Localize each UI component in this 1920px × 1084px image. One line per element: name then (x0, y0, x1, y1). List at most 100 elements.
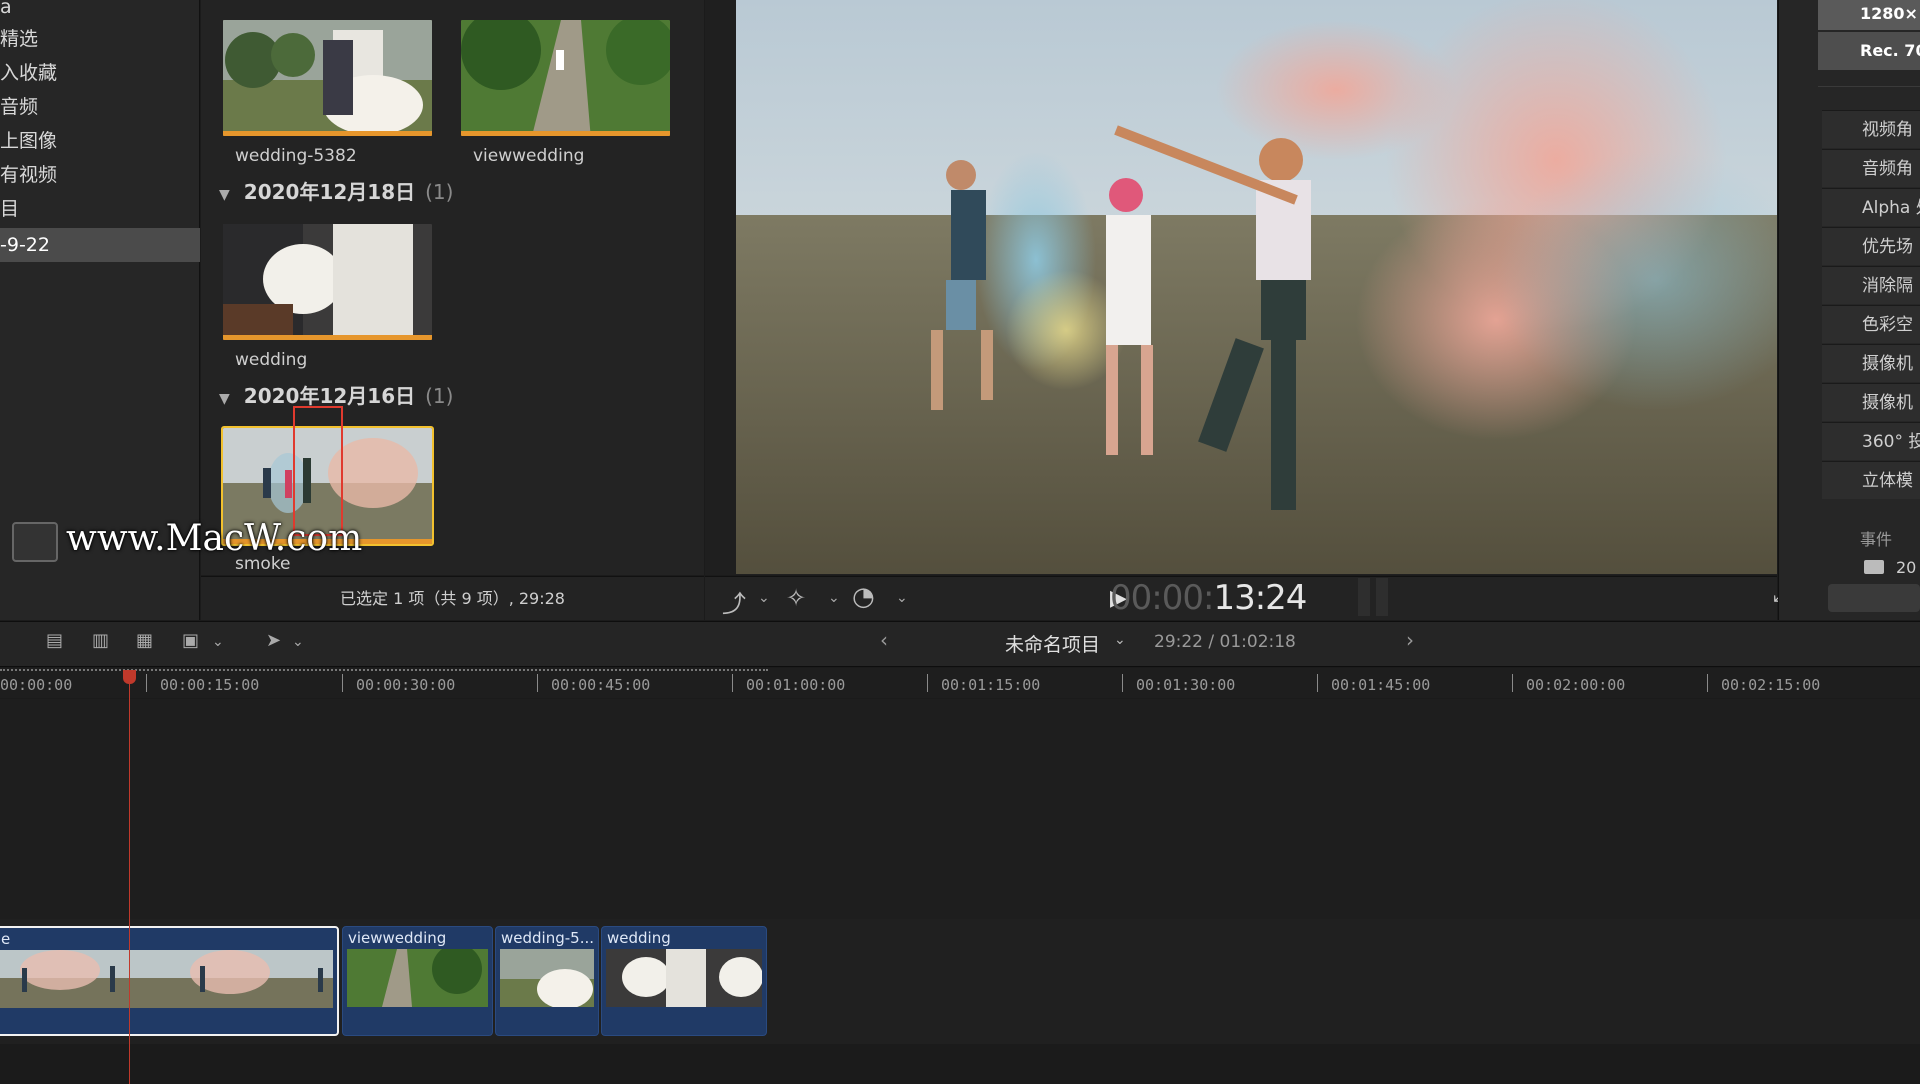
clip-favorite-bar (223, 131, 432, 136)
audio-meter-right (1376, 578, 1388, 616)
timeline-bottom (0, 1044, 1920, 1084)
clip-thumbnail[interactable] (459, 18, 672, 138)
ruler-label: 00:02:15:00 (1721, 676, 1821, 694)
watermark-logo (12, 522, 58, 562)
sidebar-item-videos[interactable]: 有视频 (0, 158, 200, 192)
select-tool-icon[interactable]: ➤ (266, 630, 292, 656)
chevron-down-icon[interactable]: ⌄ (292, 634, 318, 660)
chevron-down-icon[interactable]: ⌄ (1114, 632, 1126, 648)
crop-transform-icon[interactable]: ⤴ (722, 584, 746, 619)
timecode-value: 13:24 (1213, 578, 1307, 618)
append-clip-icon[interactable]: ▦ (136, 630, 162, 656)
history-forward-icon[interactable]: › (1406, 628, 1414, 652)
insert-clip-icon[interactable]: ▥ (92, 630, 118, 656)
disclosure-triangle-icon[interactable]: ▼ (219, 187, 230, 203)
overwrite-clip-icon[interactable]: ▣ (182, 630, 208, 656)
clip-filmstrip (500, 949, 594, 1007)
ruler-tick (1122, 674, 1123, 692)
inspector-section-event: 事件 (1860, 530, 1893, 549)
clip-filmstrip (0, 950, 333, 1008)
sidebar-item-projects[interactable]: 目 (0, 192, 200, 226)
clip-thumbnail-image (223, 20, 432, 136)
timeline-clip-selected[interactable]: e (0, 926, 339, 1036)
viewer-frame (736, 0, 1777, 574)
clip-thumbnail[interactable] (221, 18, 434, 138)
watermark: www.MacW.com (66, 518, 363, 559)
inspector-row-360-projection[interactable]: 360° 投 (1822, 422, 1920, 460)
date-group-count: (1) (425, 384, 454, 408)
project-duration: 29:22 / 01:02:18 (1154, 632, 1296, 652)
sidebar-item[interactable]: a (0, 0, 200, 24)
chevron-down-icon[interactable]: ⌄ (896, 590, 908, 606)
ruler-label: 00:00:00 (0, 676, 73, 694)
browser-status: 已选定 1 项（共 9 项）, 29:28 (201, 576, 704, 620)
timeline-clip[interactable]: viewwedding (342, 926, 493, 1036)
inspector-colorspace: Rec. 70 (1818, 32, 1920, 70)
sidebar-item-smart-collection[interactable]: 精选 (0, 22, 200, 56)
clip-thumbnail-image (461, 20, 670, 136)
timeline-clip-label: wedding (607, 929, 671, 947)
timecode-leading: 00:00: (1110, 578, 1214, 618)
speed-gauge-icon[interactable]: ◔ (852, 582, 875, 612)
ruler-label: 00:00:15:00 (160, 676, 260, 694)
inspector-divider (1818, 86, 1920, 87)
timeline-area[interactable] (0, 699, 1920, 919)
clip-name: viewwedding (473, 146, 585, 166)
inspector-row-color-space[interactable]: 色彩空 (1822, 305, 1920, 343)
ruler-tick (146, 674, 147, 692)
magic-wand-icon[interactable]: ✧ (786, 584, 806, 612)
clip-name: wedding (235, 350, 308, 370)
inspector-event-value: 20 (1896, 558, 1917, 577)
chevron-down-icon[interactable]: ⌄ (212, 634, 238, 660)
inspector-row-stereoscopic[interactable]: 立体模 (1822, 461, 1920, 499)
inspector-row-alpha[interactable]: Alpha 处 (1822, 188, 1920, 226)
ruler-label: 00:00:45:00 (551, 676, 651, 694)
history-back-icon[interactable]: ‹ (880, 628, 888, 652)
playhead-handle[interactable] (123, 670, 136, 684)
inspector-action-button[interactable] (1828, 584, 1920, 612)
ruler-label: 00:00:30:00 (356, 676, 456, 694)
inspector-resolution: 1280× (1818, 0, 1920, 30)
ruler-tick (1317, 674, 1318, 692)
disclosure-triangle-icon[interactable]: ▼ (219, 391, 230, 407)
chevron-down-icon[interactable]: ⌄ (828, 590, 840, 606)
sidebar-item-event[interactable]: -9-22 (0, 228, 200, 262)
inspector-row-camera-lut[interactable]: 摄像机 (1822, 344, 1920, 382)
date-group-header[interactable]: ▼ 2020年12月18日 (1) (219, 176, 453, 205)
connect-clip-icon[interactable]: ▤ (46, 630, 72, 656)
sidebar-item-stills[interactable]: 上图像 (0, 124, 200, 158)
clip-filmstrip (606, 949, 762, 1007)
inspector-row-camera-mode[interactable]: 摄像机 (1822, 383, 1920, 421)
ruler-range-indicator (0, 669, 768, 671)
ruler-tick (927, 674, 928, 692)
clip-favorite-bar (223, 335, 432, 340)
timeline-clip[interactable]: wedding (601, 926, 767, 1036)
inspector-row-video-roles[interactable]: 视频角 (1822, 110, 1920, 148)
timeline-clip-label: viewwedding (348, 929, 447, 947)
media-browser: wedding-5382 viewwedding ▼ 2020年12月18日 (1)… (201, 0, 704, 575)
clip-name: wedding-5382 (235, 146, 357, 166)
clip-thumbnail[interactable] (221, 222, 434, 342)
inspector-row-field-dominance[interactable]: 优先场 (1822, 227, 1920, 265)
viewer[interactable] (736, 0, 1777, 574)
playhead[interactable] (129, 672, 130, 1084)
inspector-row-audio-roles[interactable]: 音频角 (1822, 149, 1920, 187)
timeline-clip-label: wedding-5... (501, 929, 594, 947)
timeline-clip-label: e (1, 930, 11, 948)
clip-favorite-bar (461, 131, 670, 136)
sidebar-item-audio[interactable]: 音频 (0, 90, 200, 124)
event-icon (1864, 560, 1884, 574)
date-group-label: 2020年12月16日 (243, 384, 416, 408)
ruler-label: 00:01:45:00 (1331, 676, 1431, 694)
timeline-clip[interactable]: wedding-5... (495, 926, 599, 1036)
date-group-label: 2020年12月18日 (243, 180, 416, 204)
ruler-label: 00:01:00:00 (746, 676, 846, 694)
clip-thumbnail-image (223, 224, 432, 340)
project-name[interactable]: 未命名项目 (1005, 630, 1100, 657)
sidebar-item-favorites[interactable]: 入收藏 (0, 56, 200, 90)
date-group-header[interactable]: ▼ 2020年12月16日 (1) (219, 380, 453, 409)
skimmer-highlight (293, 406, 343, 536)
ruler-tick (1707, 674, 1708, 692)
inspector-row-deinterlace[interactable]: 消除隔 (1822, 266, 1920, 304)
chevron-down-icon[interactable]: ⌄ (758, 590, 770, 606)
